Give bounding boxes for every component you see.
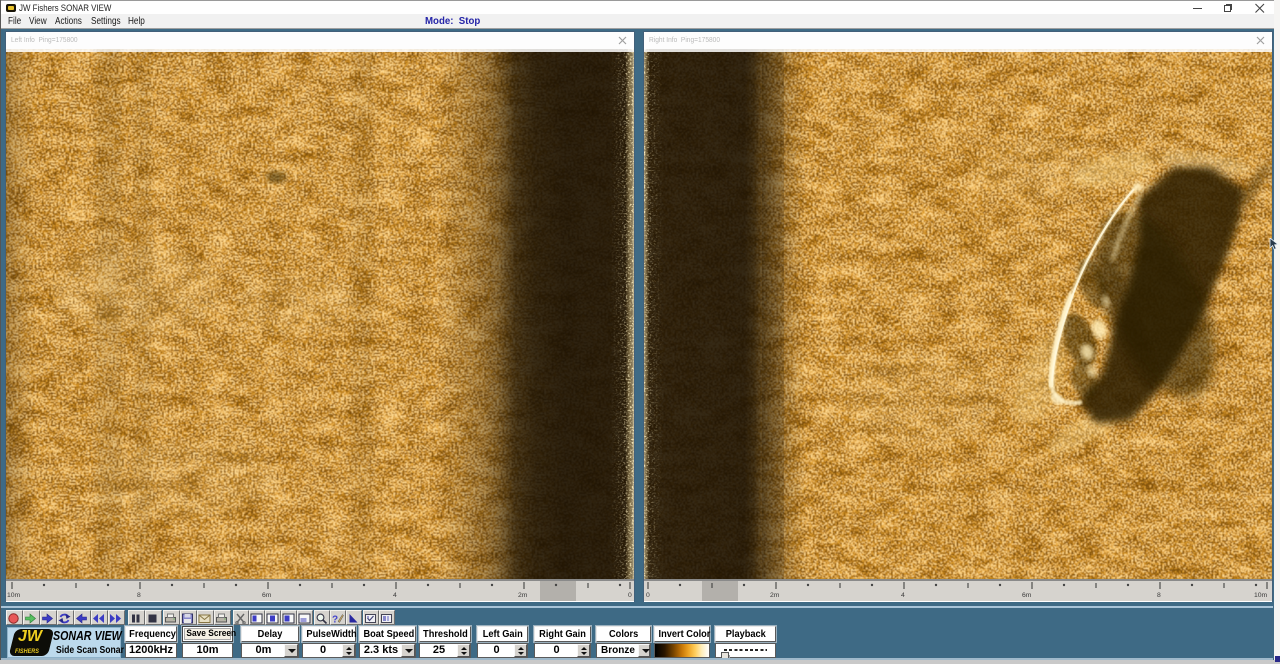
svg-text:8: 8 xyxy=(1157,592,1161,599)
svg-text:0: 0 xyxy=(628,592,632,599)
svg-text:6m: 6m xyxy=(262,592,272,599)
svg-text:6m: 6m xyxy=(1022,592,1032,599)
svg-text:8: 8 xyxy=(137,592,141,599)
svg-text:10m: 10m xyxy=(7,592,21,599)
svg-text:4: 4 xyxy=(901,592,905,599)
svg-text:?: ? xyxy=(332,615,338,625)
svg-text:4: 4 xyxy=(393,592,397,599)
svg-text:2m: 2m xyxy=(770,592,780,599)
svg-text:0: 0 xyxy=(646,592,650,599)
svg-text:10m: 10m xyxy=(1254,592,1268,599)
svg-text:2m: 2m xyxy=(518,592,528,599)
